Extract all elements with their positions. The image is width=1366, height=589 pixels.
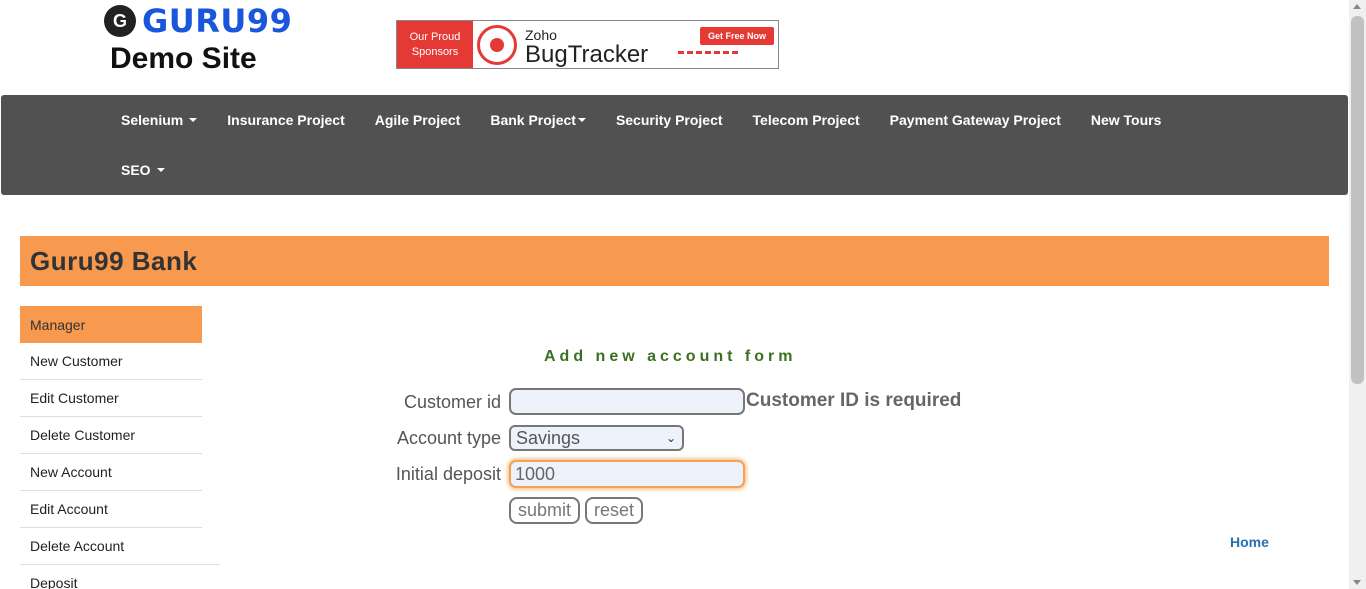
sidebar-item-deposit[interactable]: Deposit [20,565,202,589]
scroll-up-arrow-icon[interactable] [1353,4,1361,9]
bank-title-bar: Guru99 Bank [20,236,1329,286]
nav-item-telecom-project[interactable]: Telecom Project [738,95,875,145]
sponsor-banner[interactable]: Our Proud Sponsors Zoho BugTracker Get F… [396,20,779,69]
sidebar-item-new-customer[interactable]: New Customer [20,343,202,380]
vertical-scrollbar[interactable] [1349,0,1366,589]
sidebar-menu: Manager New Customer Edit Customer Delet… [20,306,220,589]
form-title: Add new account form [544,348,797,365]
nav-item-security-project[interactable]: Security Project [601,95,738,145]
bank-title: Guru99 Bank [30,246,198,276]
nav-item-seo[interactable]: SEO [106,145,180,195]
initial-deposit-input[interactable]: 1000 [509,460,745,488]
nav-item-label: Payment Gateway Project [889,112,1061,128]
nav-item-label: Telecom Project [752,112,860,128]
guru99-logo-icon: G [104,5,136,37]
page: G GURU99 Demo Site Our Proud Sponsors Zo… [0,0,1366,589]
caret-down-icon [577,118,586,122]
banner-product-area: Zoho BugTracker [473,21,648,68]
sidebar-item-new-account[interactable]: New Account [20,454,202,491]
bug-icon [477,24,517,65]
sidebar-item-delete-customer[interactable]: Delete Customer [20,417,202,454]
sidebar-item-edit-account[interactable]: Edit Account [20,491,202,528]
nav-item-label: Agile Project [374,112,461,128]
nav-item-label: SEO [121,162,151,178]
nav-item-label: Insurance Project [227,112,345,128]
banner-cta-button[interactable]: Get Free Now [699,27,774,45]
nav-item-payment-gateway-project[interactable]: Payment Gateway Project [875,95,1076,145]
customer-id-label: Customer id [403,392,501,412]
home-link[interactable]: Home [1230,534,1269,550]
account-type-label: Account type [396,428,501,448]
nav-item-label: Security Project [615,112,723,128]
main-navbar: Selenium Insurance Project Agile Project… [1,95,1348,195]
scrollbar-thumb[interactable] [1351,16,1364,384]
nav-item-insurance-project[interactable]: Insurance Project [212,95,360,145]
banner-sponsor-line2: Sponsors [411,45,459,58]
caret-down-icon [189,118,198,122]
nav-item-label: Selenium [121,112,184,128]
account-type-select[interactable]: Savings ⌄ [509,425,684,451]
caret-down-icon [156,168,165,172]
site-logo[interactable]: G GURU99 Demo Site [104,2,304,76]
sidebar-item-manager[interactable]: Manager [20,306,202,343]
banner-sponsor-line1: Our Proud [409,30,461,43]
sidebar-item-edit-customer[interactable]: Edit Customer [20,380,202,417]
initial-deposit-label: Initial deposit [395,464,501,484]
nav-item-new-tours[interactable]: New Tours [1076,95,1177,145]
logo-top: G GURU99 [104,2,304,40]
scroll-down-arrow-icon[interactable] [1353,580,1361,585]
customer-id-error: Customer ID is required [746,390,962,411]
nav-row-2: SEO [106,145,180,195]
chevron-down-icon: ⌄ [665,431,676,445]
nav-item-bank-project[interactable]: Bank Project [475,95,601,145]
logo-brand: GURU99 [142,2,293,40]
banner-arrow-icon [678,51,738,54]
nav-item-agile-project[interactable]: Agile Project [360,95,476,145]
reset-button[interactable]: reset [585,497,643,524]
account-type-selected: Savings [516,427,581,448]
banner-text: Zoho BugTracker [525,25,649,68]
sidebar-item-delete-account[interactable]: Delete Account [20,528,220,565]
banner-product: BugTracker [525,40,649,68]
nav-row-1: Selenium Insurance Project Agile Project… [106,95,1176,145]
banner-sponsor-tag: Our Proud Sponsors [397,21,473,68]
logo-subtitle: Demo Site [110,42,257,75]
nav-item-label: New Tours [1090,112,1162,128]
nav-item-selenium[interactable]: Selenium [106,95,212,145]
nav-item-label: Bank Project [490,112,576,128]
submit-button[interactable]: submit [509,497,580,524]
customer-id-input[interactable] [509,388,745,415]
